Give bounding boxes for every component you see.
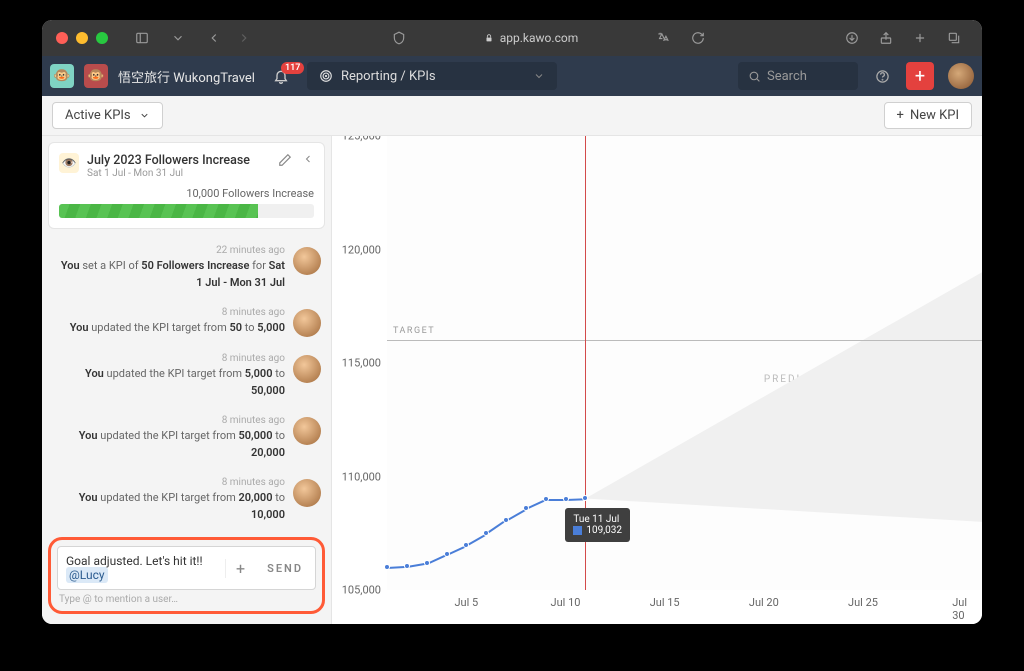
x-axis: Jul 5 Jul 10 Jul 15 Jul 20 Jul 25 Jul 30 — [387, 590, 982, 624]
share-icon[interactable] — [872, 26, 900, 50]
weibo-icon: 👁️ — [59, 153, 79, 173]
target-icon — [319, 69, 333, 83]
feed-item: 8 minutes agoYou updated the KPI target … — [52, 351, 321, 399]
feed-item: 8 minutes agoYou updated the KPI target … — [52, 305, 321, 337]
attach-button[interactable]: + — [225, 559, 255, 578]
x-tick-label: Jul 15 — [650, 596, 680, 609]
workspace-name[interactable]: 悟空旅行 WukongTravel — [118, 67, 255, 86]
download-icon[interactable] — [838, 26, 866, 50]
kpi-title: July 2023 Followers Increase — [87, 153, 250, 168]
y-tick-label: 120,000 — [342, 243, 381, 256]
plus-icon: + — [897, 108, 904, 123]
chart-area: 105,000 110,000 115,000 120,000 125,000 TARG… — [332, 136, 982, 624]
search-icon — [748, 70, 761, 83]
comment-input[interactable]: Goal adjusted. Let's hit it!! @Lucy — [58, 547, 225, 589]
add-button[interactable]: + — [906, 62, 934, 90]
kpi-goal: 10,000 Followers Increase — [59, 187, 314, 200]
back-button[interactable] — [200, 26, 228, 50]
progress-bar — [59, 204, 314, 218]
maximize-window-button[interactable] — [96, 32, 108, 44]
kpi-card[interactable]: 👁️ July 2023 Followers Increase Sat 1 Ju… — [48, 142, 325, 229]
user-avatar — [293, 417, 321, 445]
search-placeholder: Search — [767, 69, 807, 84]
x-tick-label: Jul 5 — [454, 596, 478, 609]
left-panel: 👁️ July 2023 Followers Increase Sat 1 Ju… — [42, 136, 332, 624]
y-tick-label: 115,000 — [342, 357, 381, 370]
toolbar: Active KPIs + New KPI — [42, 96, 982, 136]
new-tab-icon[interactable] — [906, 26, 934, 50]
workspace-avatar[interactable]: 🐵 — [84, 64, 108, 88]
send-button[interactable]: SEND — [255, 562, 315, 575]
data-point — [582, 495, 588, 501]
app-header: 🐵 🐵 悟空旅行 WukongTravel 117 Reporting / KP… — [42, 56, 982, 96]
feed-item: 8 minutes agoYou updated the KPI target … — [52, 475, 321, 523]
compose-box: Goal adjusted. Let's hit it!! @Lucy + SE… — [57, 546, 316, 590]
y-tick-label: 125,000 — [342, 136, 381, 143]
tabs-icon[interactable] — [940, 26, 968, 50]
lock-icon — [484, 33, 494, 43]
active-kpis-filter[interactable]: Active KPIs — [52, 102, 163, 129]
kpi-dates: Sat 1 Jul - Mon 31 Jul — [87, 168, 250, 179]
data-point — [384, 564, 390, 570]
edit-icon[interactable] — [278, 153, 292, 167]
search-input[interactable]: Search — [738, 62, 858, 90]
breadcrumb-text: Reporting / KPIs — [341, 69, 436, 84]
x-tick-label: Jul 20 — [749, 596, 779, 609]
breadcrumb-selector[interactable]: Reporting / KPIs — [307, 62, 557, 90]
y-axis: 105,000110,000115,000120,000125,000 — [332, 136, 387, 590]
x-tick-label: Jul 30 — [952, 596, 972, 622]
notifications-badge: 117 — [281, 62, 304, 74]
y-tick-label: 105,000 — [342, 584, 381, 597]
chevron-left-icon[interactable] — [302, 153, 314, 165]
url-text: app.kawo.com — [500, 31, 578, 45]
chart-tooltip: Tue 11 Jul109,032 — [565, 508, 630, 542]
activity-feed: 22 minutes agoYou set a KPI of 50 Follow… — [42, 235, 331, 533]
reload-icon[interactable] — [684, 26, 712, 50]
data-point — [503, 517, 509, 523]
chevron-down-icon — [139, 110, 150, 121]
data-point — [563, 496, 569, 502]
new-kpi-button[interactable]: + New KPI — [884, 102, 972, 129]
y-tick-label: 110,000 — [342, 470, 381, 483]
user-avatar — [293, 309, 321, 337]
sidebar-toggle-icon[interactable] — [128, 26, 156, 50]
close-window-button[interactable] — [56, 32, 68, 44]
chevron-down-icon — [533, 70, 545, 82]
data-point — [424, 560, 430, 566]
data-point — [444, 551, 450, 557]
forward-button[interactable] — [230, 26, 258, 50]
user-avatar — [293, 247, 321, 275]
data-point — [523, 505, 529, 511]
target-line — [387, 340, 982, 341]
chevron-down-icon[interactable] — [164, 26, 192, 50]
address-bar[interactable]: app.kawo.com — [421, 31, 642, 45]
prediction-fan — [387, 136, 982, 590]
help-button[interactable] — [868, 62, 896, 90]
user-avatar — [293, 355, 321, 383]
compose-highlight: Goal adjusted. Let's hit it!! @Lucy + SE… — [48, 537, 325, 614]
data-point — [463, 542, 469, 548]
x-tick-label: Jul 10 — [551, 596, 581, 609]
mention-chip: @Lucy — [66, 567, 108, 583]
minimize-window-button[interactable] — [76, 32, 88, 44]
data-point — [483, 530, 489, 536]
window-controls — [56, 32, 108, 44]
compose-hint: Type @ to mention a user… — [57, 590, 316, 605]
app-logo[interactable]: 🐵 — [50, 64, 74, 88]
data-point — [404, 563, 410, 569]
x-tick-label: Jul 25 — [848, 596, 878, 609]
data-point — [543, 496, 549, 502]
shield-icon[interactable] — [385, 26, 413, 50]
feed-item: 22 minutes agoYou set a KPI of 50 Follow… — [52, 243, 321, 291]
feed-item: 8 minutes agoYou updated the KPI target … — [52, 413, 321, 461]
main-body: 👁️ July 2023 Followers Increase Sat 1 Ju… — [42, 136, 982, 624]
browser-titlebar: app.kawo.com — [42, 20, 982, 56]
profile-avatar[interactable] — [948, 63, 974, 89]
translate-icon[interactable] — [650, 29, 676, 47]
app-window: app.kawo.com 🐵 🐵 悟空旅行 WukongTravel 117 R… — [42, 20, 982, 624]
notifications-button[interactable]: 117 — [273, 68, 289, 84]
user-avatar — [293, 479, 321, 507]
plot-area[interactable]: TARGET PREDICTION Tue 11 Jul109,032 — [387, 136, 982, 590]
